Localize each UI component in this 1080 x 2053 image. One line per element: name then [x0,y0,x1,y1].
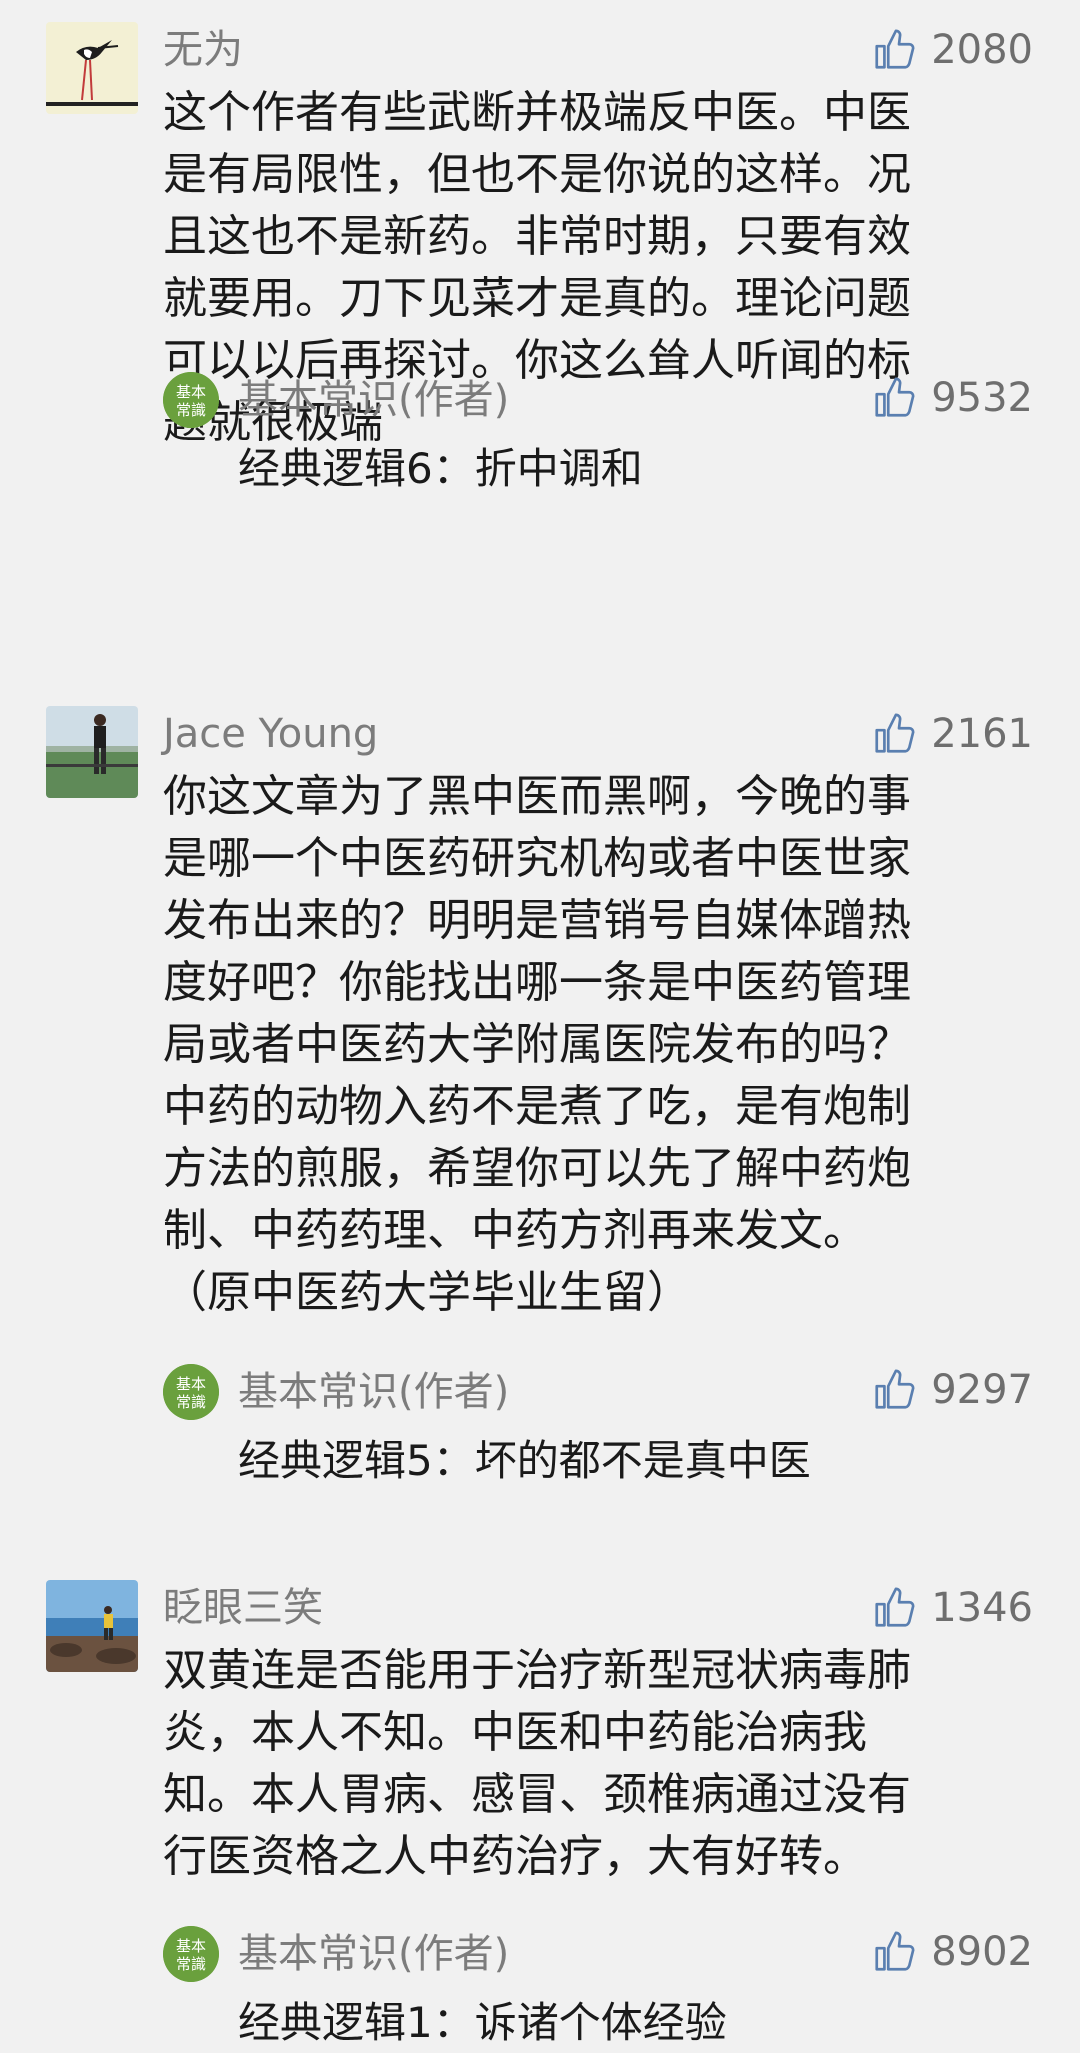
thumbs-up-icon [875,377,915,417]
comment-username[interactable]: 眨眼三笑 [163,1584,323,1632]
avatar-heron-image [46,22,138,114]
user-avatar[interactable] [46,22,138,114]
thumbs-up-icon [875,1931,915,1971]
like-button[interactable]: 2080 [871,26,1033,74]
user-avatar[interactable] [46,1580,138,1672]
author-logo-icon: 基本 常識 [163,1364,219,1420]
author-logo-icon: 基本 常識 [163,372,219,428]
thumbs-up-icon [875,1587,915,1627]
comment-username[interactable]: 无为 [163,26,243,74]
thumbs-up-icon [875,713,915,753]
reply-author-name[interactable]: 基本常识(作者) [238,1928,509,1980]
comment-text: 双黄连是否能用于治疗新型冠状病毒肺 炎，本人不知。中医和中药能治病我 知。本人胃… [163,1645,911,1882]
author-logo-icon: 基本 常識 [163,1926,219,1982]
author-avatar[interactable]: 基本 常識 [163,1364,219,1420]
svg-text:常識: 常識 [176,1955,206,1973]
user-avatar[interactable] [46,706,138,798]
svg-text:基本: 基本 [176,1937,206,1955]
comment-username[interactable]: Jace Young [163,710,378,758]
reply-like-count: 8902 [931,1929,1033,1975]
reply-text: 经典逻辑5：坏的都不是真中医 [238,1436,811,1485]
svg-text:基本: 基本 [176,1375,206,1393]
reply-author-name[interactable]: 基本常识(作者) [238,374,509,426]
reply-text: 经典逻辑1：诉诸个体经验 [238,1998,727,2047]
svg-text:基本: 基本 [176,383,206,401]
comment-text: 你这文章为了黑中医而黑啊，今晚的事 是哪一个中医药研究机构或者中医世家 发布出来… [163,771,911,1318]
reply-like-button[interactable]: 8902 [871,1928,1033,1976]
thumbs-up-icon [875,1369,915,1409]
avatar-person-image [46,706,138,798]
reply-like-count: 9297 [931,1367,1033,1413]
avatar-beach-image [46,1580,138,1672]
reply-text: 经典逻辑6：折中调和 [238,444,643,493]
like-count: 2080 [931,27,1033,73]
like-button[interactable]: 2161 [871,710,1033,758]
like-count: 2161 [931,711,1033,757]
reply-like-count: 9532 [931,375,1033,421]
svg-text:常識: 常識 [176,1393,206,1411]
author-avatar[interactable]: 基本 常識 [163,372,219,428]
reply-like-button[interactable]: 9532 [871,374,1033,422]
author-avatar[interactable]: 基本 常識 [163,1926,219,1982]
comment-feed: 无为 2080 这个作者有些武断并极端反中医。中医 是有局限性，但也不是你说的这… [0,0,1080,2053]
like-count: 1346 [931,1585,1033,1631]
svg-text:常識: 常識 [176,401,206,419]
reply-author-name[interactable]: 基本常识(作者) [238,1366,509,1418]
like-button[interactable]: 1346 [871,1584,1033,1632]
reply-like-button[interactable]: 9297 [871,1366,1033,1414]
thumbs-up-icon [875,29,915,69]
